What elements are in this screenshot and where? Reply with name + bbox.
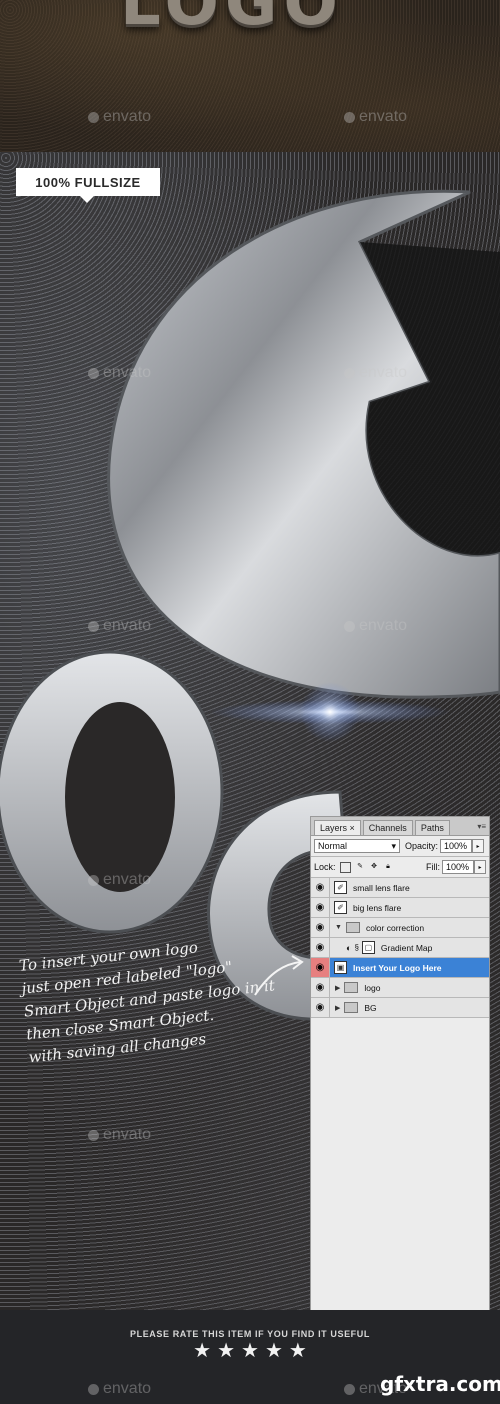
layer-group-row[interactable]: ◉ ▼ color correction [311, 917, 489, 937]
badge-tail [80, 196, 94, 203]
blend-mode-select[interactable]: Normal ▾ [314, 839, 400, 853]
fullsize-badge: 100% FULLSIZE [16, 168, 160, 196]
star-icon[interactable]: ★ [217, 1338, 235, 1363]
brush-thumbnail-icon: ✐ [334, 881, 347, 894]
envato-watermark: envato [88, 1126, 151, 1144]
lock-paint-icon[interactable]: ✎ [356, 862, 365, 871]
site-watermark: gfxtra.com [380, 1372, 500, 1396]
envato-leaf-icon [88, 620, 99, 632]
triangle-down-icon[interactable]: ▼ [335, 924, 342, 931]
eye-icon[interactable]: ◉ [311, 998, 330, 1017]
fill-stepper-icon[interactable]: ▸ [474, 860, 486, 874]
tab-channels[interactable]: Channels [362, 820, 413, 835]
lock-move-icon[interactable]: ✥ [370, 862, 379, 871]
opacity-label: Opacity: [405, 841, 439, 851]
envato-watermark: envato [344, 617, 407, 635]
envato-watermark: envato [88, 1380, 151, 1398]
star-icon[interactable]: ★ [241, 1338, 259, 1363]
chevron-down-icon: ▾ [391, 840, 396, 851]
eye-icon[interactable]: ◉ [311, 978, 330, 997]
envato-watermark: envato [344, 108, 407, 126]
envato-watermark: envato [88, 617, 151, 635]
envato-leaf-icon [344, 367, 355, 379]
layer-row[interactable]: ◉ ✐ small lens flare [311, 877, 489, 897]
lock-icons: ✎ ✥ 🔒︎ [339, 861, 393, 873]
logo-letter-o-hole [65, 702, 175, 892]
lock-transparency-icon[interactable] [339, 861, 351, 873]
lock-all-icon[interactable]: 🔒︎ [384, 862, 393, 871]
layer-row[interactable]: ◉ ◐ § ▢ Gradient Map [311, 937, 489, 957]
eye-icon[interactable]: ◉ [311, 958, 330, 977]
mask-thumbnail-icon: ▢ [361, 941, 375, 954]
envato-leaf-icon [344, 1383, 355, 1395]
tab-paths[interactable]: Paths [414, 820, 450, 835]
blend-opacity-row: Normal ▾ Opacity: 100% ▸ [311, 836, 489, 856]
envato-leaf-icon [88, 1129, 99, 1141]
panel-tabs: Layers × Channels Paths ▾≡ [311, 817, 489, 836]
envato-leaf-icon [88, 367, 99, 379]
adjustment-icon: ◐ [346, 942, 352, 953]
folder-icon [344, 1002, 359, 1013]
eye-icon[interactable]: ◉ [311, 938, 330, 957]
star-icon[interactable]: ★ [265, 1338, 283, 1363]
layers-panel: Layers × Channels Paths ▾≡ Normal ▾ Opaci… [310, 816, 490, 1312]
layer-group-row[interactable]: ◉ ▶ BG [311, 997, 489, 1018]
top-logo-text: LOGO [120, 0, 344, 40]
envato-leaf-icon [88, 874, 99, 886]
panel-menu-icon[interactable]: ▾≡ [477, 822, 486, 831]
opacity-input[interactable]: 100% [440, 839, 473, 853]
lock-fill-row: Lock: ✎ ✥ 🔒︎ Fill: 100% ▸ [311, 856, 489, 877]
lens-flare-core [300, 682, 360, 742]
star-icon[interactable]: ★ [289, 1338, 307, 1363]
eye-icon[interactable]: ◉ [311, 898, 330, 917]
opacity-stepper-icon[interactable]: ▸ [472, 839, 485, 853]
fill-input[interactable]: 100% [442, 860, 474, 874]
folder-icon [345, 922, 360, 933]
link-icon: § [354, 943, 359, 952]
envato-leaf-icon [344, 620, 355, 632]
rating-stars: ★ ★ ★ ★ ★ [0, 1338, 500, 1363]
envato-watermark: envato [88, 364, 151, 382]
triangle-right-icon[interactable]: ▶ [335, 984, 340, 992]
triangle-right-icon[interactable]: ▶ [335, 1004, 340, 1012]
star-icon[interactable]: ★ [193, 1338, 211, 1363]
envato-watermark: envato [88, 108, 151, 126]
fill-label: Fill: [426, 862, 440, 872]
envato-watermark: envato [88, 871, 151, 889]
envato-leaf-icon [88, 111, 99, 123]
envato-leaf-icon [88, 1383, 99, 1395]
layer-row-selected[interactable]: ◉ ▣ Insert Your Logo Here [311, 957, 489, 977]
folder-icon [344, 982, 359, 993]
lock-label: Lock: [314, 862, 336, 872]
eye-icon[interactable]: ◉ [311, 918, 330, 937]
smart-object-thumbnail-icon: ▣ [334, 961, 347, 974]
layer-group-row[interactable]: ◉ ▶ logo [311, 977, 489, 997]
envato-watermark: envato [344, 364, 407, 382]
layer-row[interactable]: ◉ ✐ big lens flare [311, 897, 489, 917]
tab-layers[interactable]: Layers × [314, 820, 361, 835]
eye-icon[interactable]: ◉ [311, 878, 330, 897]
brush-thumbnail-icon: ✐ [334, 901, 347, 914]
envato-leaf-icon [344, 111, 355, 123]
